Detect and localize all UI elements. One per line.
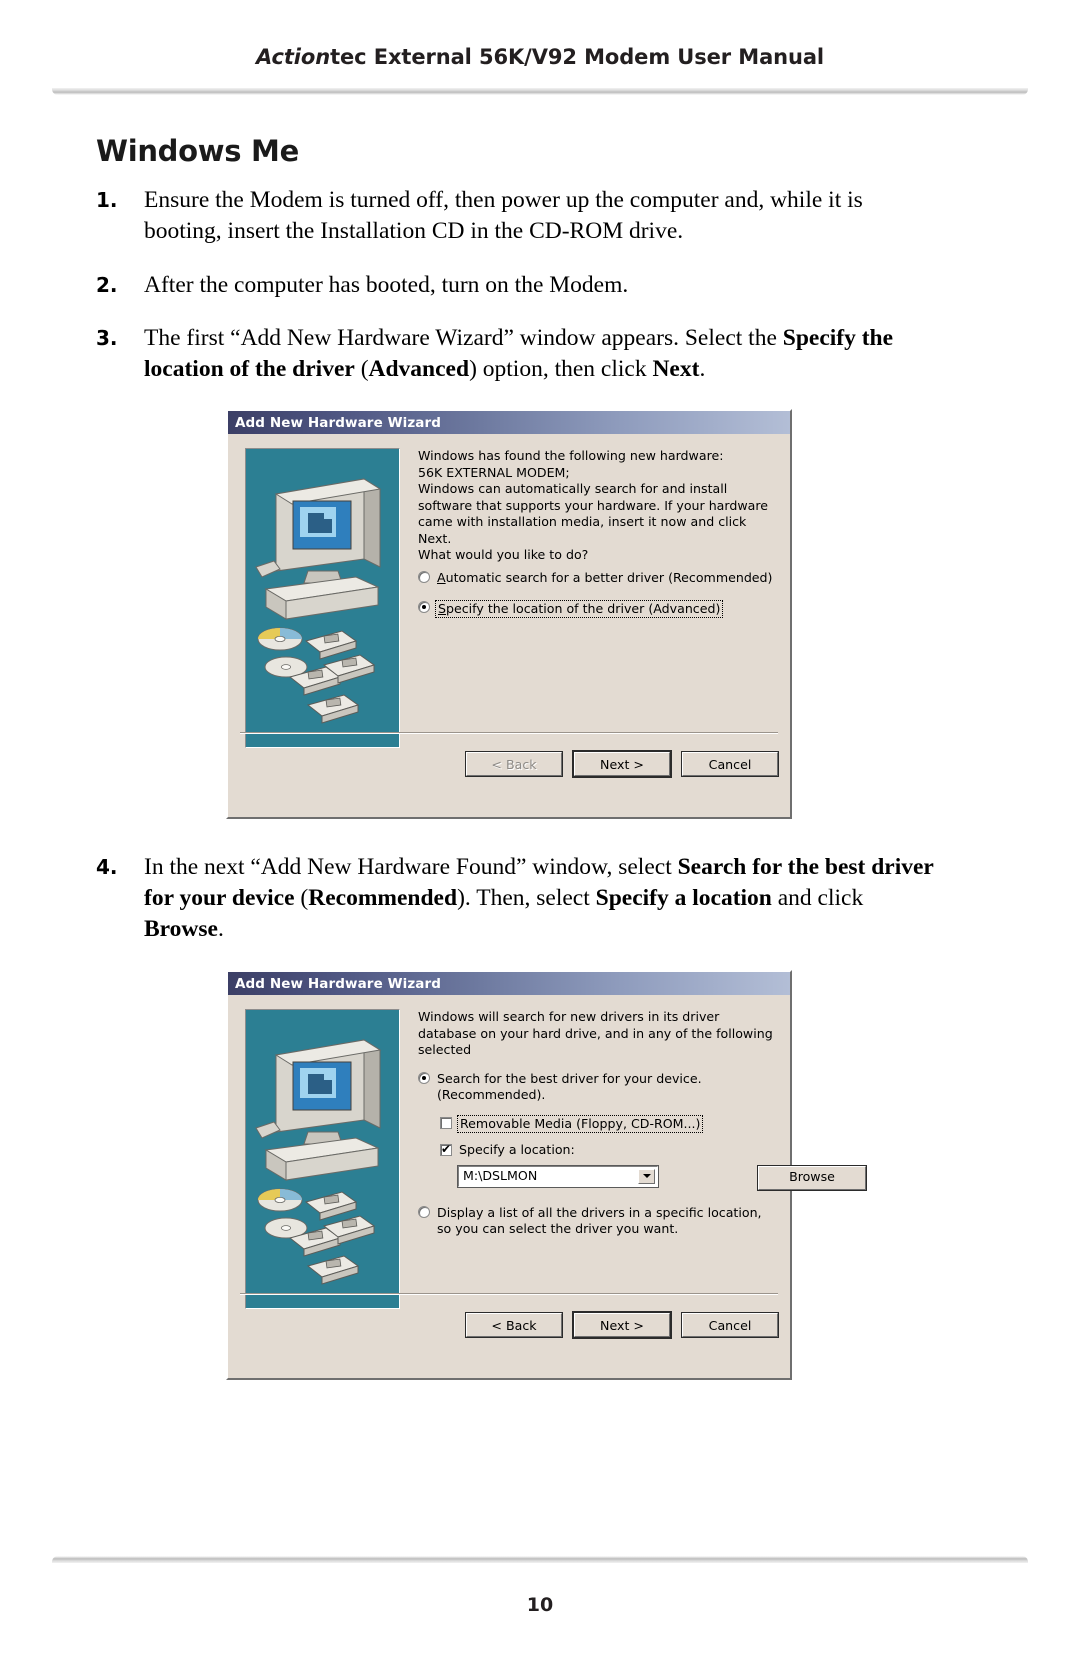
add-new-hardware-wizard-dialog-2[interactable]: Add New Hardware Wizard Windows will sea…: [226, 970, 867, 1380]
step-text-3: The first “Add New Hardware Wizard” wind…: [144, 323, 936, 385]
add-new-hardware-wizard-dialog-1[interactable]: Add New Hardware Wizard Windows has foun…: [226, 409, 792, 819]
dialog2-description: Windows will search for new drivers in i…: [418, 1009, 773, 1057]
dialog2-opt-best-driver-label: Search for the best driver for your devi…: [437, 1070, 702, 1102]
step-item-1: 1. Ensure the Modem is turned off, then …: [96, 185, 926, 247]
page-title: Windows Me: [96, 134, 299, 168]
computer-and-media-illustration: [255, 1039, 382, 1285]
radio-checked-icon[interactable]: [418, 600, 430, 613]
step3-part3: ) option, then click: [469, 356, 653, 382]
step4-bold4: Browse: [144, 916, 218, 942]
page-header: Actiontec External 56K/V92 Modem User Ma…: [0, 0, 1080, 95]
dialog2-opt-display-list-label: Display a list of all the drivers in a s…: [437, 1204, 762, 1236]
running-head-rest: tec External 56K/V92 Modem User Manual: [330, 45, 825, 69]
step-number-4: 4.: [96, 855, 118, 879]
step4-bold3: Specify a location: [595, 885, 772, 911]
dialog1-opt1-label: utomatic search for a better driver (Rec…: [445, 569, 773, 585]
step-text-2: After the computer has booted, turn on t…: [144, 272, 629, 298]
step4-bold2: Recommended: [308, 885, 458, 911]
dialog2-removable-focus-ring: Removable Media (Floppy, CD-ROM...): [457, 1114, 704, 1133]
step4-part5: .: [217, 916, 224, 942]
dialog1-intro-text: Windows has found the following new hard…: [418, 448, 724, 463]
dialog1-banner-image: [245, 448, 400, 748]
step-number-2: 2.: [96, 273, 118, 297]
step4-part1: In the next “Add New Hardware Found” win…: [144, 854, 678, 880]
brand-italic: Action: [255, 45, 331, 69]
dialog1-radio-automatic-search[interactable]: Automatic search for a better driver (Re…: [418, 570, 778, 586]
dialog2-next-button[interactable]: Next >: [573, 1312, 671, 1338]
radio-unchecked-icon[interactable]: [418, 570, 430, 583]
dialog1-description: Windows can automatically search for and…: [418, 481, 769, 546]
dialog1-title: Add New Hardware Wizard: [235, 414, 442, 431]
step-item-4: 4. In the next “Add New Hardware Found” …: [96, 852, 936, 945]
browse-button[interactable]: Browse: [757, 1164, 867, 1191]
page-number: 10: [526, 1594, 554, 1616]
dialog1-next-button[interactable]: Next >: [573, 751, 671, 777]
checkbox-checked-icon[interactable]: [440, 1141, 452, 1157]
dialog1-back-button[interactable]: < Back: [465, 751, 563, 777]
dialog1-opt1-accel: A: [437, 569, 446, 585]
step3-bold2: Advanced: [368, 356, 470, 382]
step-item-3: 3. The first “Add New Hardware Wizard” w…: [96, 323, 936, 385]
step-number-3: 3.: [96, 326, 118, 350]
dialog2-cancel-button[interactable]: Cancel: [681, 1312, 779, 1338]
dialog2-checkbox-specify-location[interactable]: Specify a location:: [440, 1141, 778, 1158]
dialog2-banner-image: [245, 1009, 400, 1309]
dialog1-question: What would you like to do?: [418, 547, 589, 562]
header-divider: [52, 88, 1028, 95]
checkbox-unchecked-icon[interactable]: [440, 1116, 452, 1129]
dialog2-title: Add New Hardware Wizard: [235, 975, 442, 992]
dialog2-radio-best-driver[interactable]: Search for the best driver for your devi…: [418, 1071, 778, 1103]
dialog1-cancel-button[interactable]: Cancel: [681, 751, 779, 777]
dialog2-checkbox-removable-media[interactable]: Removable Media (Floppy, CD-ROM...): [440, 1114, 778, 1133]
dialog1-opt2-focus-ring: Specify the location of the driver (Adva…: [435, 599, 724, 618]
step4-part4: and click: [771, 885, 864, 911]
dialog1-separator: [240, 732, 778, 734]
dialog2-specify-location-label: Specify a location:: [459, 1141, 575, 1157]
dialog1-opt2-accel: S: [438, 600, 446, 616]
dialog2-separator: [240, 1293, 778, 1295]
dialog2-removable-label: Removable Media (Floppy, CD-ROM...): [460, 1115, 701, 1131]
dialog1-device-name: 56K EXTERNAL MODEM;: [418, 464, 570, 480]
step3-part1: The first “Add New Hardware Wizard” wind…: [144, 325, 783, 351]
dialog1-radio-specify-location[interactable]: Specify the location of the driver (Adva…: [418, 599, 778, 618]
step-text-1: Ensure the Modem is turned off, then pow…: [144, 187, 863, 244]
dialog2-button-bar: < Back Next > Cancel: [240, 1312, 779, 1338]
dialog1-body: Windows has found the following new hard…: [228, 434, 790, 781]
step4-part3: ). Then, select: [457, 885, 596, 911]
footer-divider: [52, 1556, 1028, 1563]
dialog2-radio-display-list[interactable]: Display a list of all the drivers in a s…: [418, 1205, 778, 1237]
location-combobox[interactable]: M:\DSLMON: [457, 1164, 659, 1188]
location-combobox-value: M:\DSLMON: [463, 1167, 538, 1183]
step3-part2: (: [354, 356, 369, 382]
dialog2-location-row: M:\DSLMON Browse: [457, 1164, 867, 1191]
running-head-title: Actiontec External 56K/V92 Modem User Ma…: [0, 45, 1080, 69]
dialog2-body: Windows will search for new drivers in i…: [228, 995, 867, 1342]
dialog2-titlebar[interactable]: Add New Hardware Wizard: [228, 972, 790, 995]
step3-part4: .: [699, 356, 706, 382]
step-item-2: 2. After the computer has booted, turn o…: [96, 270, 926, 301]
dialog2-content: Windows will search for new drivers in i…: [418, 1009, 867, 1237]
radio-checked-icon[interactable]: [418, 1071, 430, 1084]
step4-part2: (: [294, 885, 309, 911]
step-number-1: 1.: [96, 188, 118, 212]
dialog2-back-button[interactable]: < Back: [465, 1312, 563, 1338]
computer-and-media-illustration: [255, 478, 382, 724]
chevron-down-icon[interactable]: [638, 1168, 655, 1184]
step3-bold3: Next: [652, 356, 700, 382]
step-text-4: In the next “Add New Hardware Found” win…: [144, 852, 936, 945]
dialog1-content: Windows has found the following new hard…: [418, 448, 778, 618]
radio-unchecked-icon[interactable]: [418, 1205, 430, 1218]
dialog1-opt2-label: pecify the location of the driver (Advan…: [446, 600, 721, 616]
dialog1-titlebar[interactable]: Add New Hardware Wizard: [228, 411, 790, 434]
dialog1-button-bar: < Back Next > Cancel: [240, 751, 779, 777]
